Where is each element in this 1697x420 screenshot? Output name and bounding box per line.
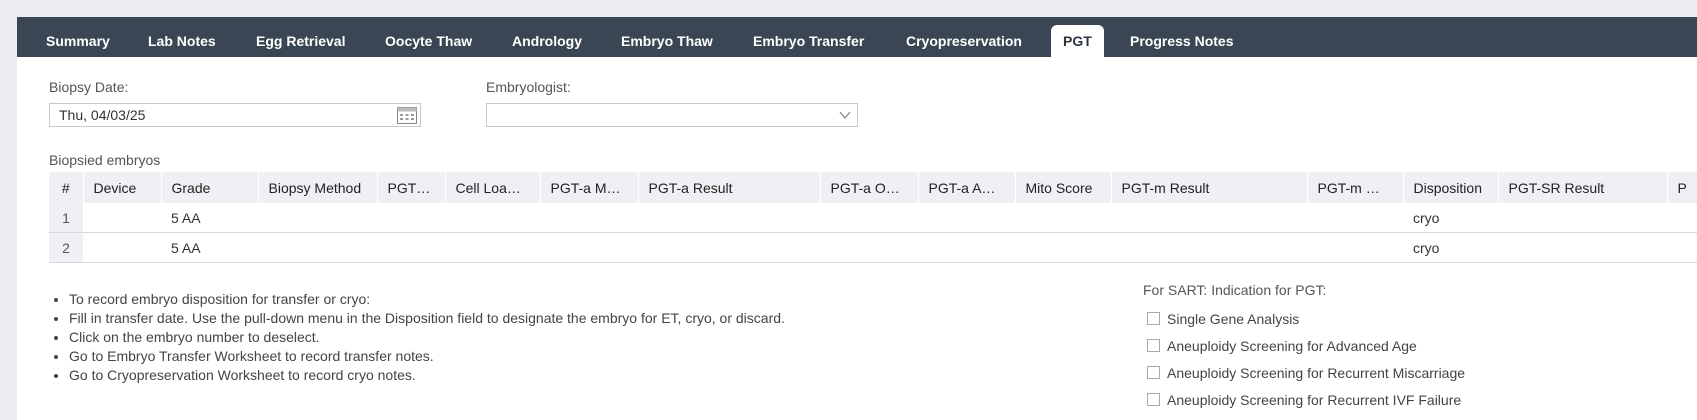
tab-pgt[interactable]: PGT [1051, 25, 1104, 57]
calendar-icon[interactable] [397, 107, 417, 124]
disposition-cell[interactable]: cryo [1403, 203, 1498, 233]
pgta-o-cell[interactable] [820, 203, 918, 233]
pgta-result-cell[interactable] [638, 203, 820, 233]
col-header-disposition[interactable]: Disposition [1402, 172, 1498, 203]
biopsied-embryos-table: # Device Grade Biopsy Method PGT… Cell L… [49, 172, 1697, 263]
table-row[interactable]: 2 5 AA cryo [49, 232, 1697, 263]
cell-load-cell[interactable] [445, 232, 540, 263]
col-header-biopsy-method[interactable]: Biopsy Method [257, 172, 377, 203]
instruction-item: Go to Cryopreservation Worksheet to reco… [69, 366, 785, 385]
tab-progress-notes[interactable]: Progress Notes [1130, 25, 1233, 57]
col-header-number[interactable]: # [49, 172, 83, 203]
sart-option-label: Aneuploidy Screening for Recurrent Misca… [1167, 365, 1466, 381]
col-header-pgtm-result[interactable]: PGT-m Result [1110, 172, 1307, 203]
instruction-item: Fill in transfer date. Use the pull-down… [69, 309, 785, 328]
pgta-o-cell[interactable] [820, 232, 918, 263]
col-header-pgt[interactable]: PGT… [376, 172, 445, 203]
table-header-row: # Device Grade Biopsy Method PGT… Cell L… [49, 172, 1697, 203]
checkbox[interactable] [1147, 393, 1160, 406]
col-header-p[interactable]: P [1666, 172, 1697, 203]
pgta-m-cell[interactable] [540, 203, 638, 233]
pgtsr-result-cell[interactable] [1498, 203, 1667, 233]
sart-option-label: Single Gene Analysis [1167, 311, 1300, 327]
device-cell[interactable] [83, 232, 161, 263]
col-header-pgta-result[interactable]: PGT-a Result [637, 172, 820, 203]
biopsy-date-field[interactable]: Thu, 04/03/25 [49, 103, 421, 127]
mito-score-cell[interactable] [1015, 203, 1111, 233]
instruction-item: To record embryo disposition for transfe… [69, 290, 785, 309]
col-header-pgta-a[interactable]: PGT-a A… [917, 172, 1015, 203]
pgt-panel: Summary Lab Notes Egg Retrieval Oocyte T… [17, 17, 1697, 420]
tab-oocyte-thaw[interactable]: Oocyte Thaw [385, 25, 472, 57]
p-cell[interactable] [1667, 232, 1697, 263]
embryo-number-cell[interactable]: 2 [49, 232, 83, 263]
pgta-a-cell[interactable] [918, 232, 1015, 263]
embryologist-label: Embryologist: [486, 79, 571, 95]
grade-cell[interactable]: 5 AA [161, 232, 258, 263]
table-row[interactable]: 1 5 AA cryo [49, 203, 1697, 233]
embryo-number-cell[interactable]: 1 [49, 203, 83, 233]
col-header-pgtsr-result[interactable]: PGT-SR Result [1497, 172, 1667, 203]
pgtm-cell[interactable] [1307, 232, 1403, 263]
tab-andrology[interactable]: Andrology [512, 25, 582, 57]
col-header-device[interactable]: Device [82, 172, 161, 203]
biopsied-embryos-label: Biopsied embryos [49, 152, 161, 168]
biopsy-method-cell[interactable] [258, 203, 377, 233]
cell-load-cell[interactable] [445, 203, 540, 233]
biopsy-date-label: Biopsy Date: [49, 79, 129, 95]
grade-cell[interactable]: 5 AA [161, 203, 258, 233]
device-cell[interactable] [83, 203, 161, 233]
pgtm-cell[interactable] [1307, 203, 1403, 233]
tab-summary[interactable]: Summary [46, 25, 110, 57]
pgt-cell[interactable] [377, 203, 445, 233]
tab-embryo-transfer[interactable]: Embryo Transfer [753, 25, 864, 57]
col-header-pgtm[interactable]: PGT-m … [1306, 172, 1403, 203]
sart-option-label: Aneuploidy Screening for Advanced Age [1167, 338, 1417, 354]
instructions-list: To record embryo disposition for transfe… [49, 290, 785, 385]
checkbox[interactable] [1147, 366, 1160, 379]
pgt-cell[interactable] [377, 232, 445, 263]
chevron-down-icon [839, 111, 851, 120]
instruction-item: Click on the embryo number to deselect. [69, 328, 785, 347]
sart-option-label: Aneuploidy Screening for Recurrent IVF F… [1167, 392, 1462, 408]
tab-bar: Summary Lab Notes Egg Retrieval Oocyte T… [17, 17, 1697, 57]
col-header-pgta-o[interactable]: PGT-a O… [819, 172, 918, 203]
col-header-pgta-m[interactable]: PGT-a M… [539, 172, 638, 203]
checkbox[interactable] [1147, 312, 1160, 325]
tab-embryo-thaw[interactable]: Embryo Thaw [621, 25, 713, 57]
tab-lab-notes[interactable]: Lab Notes [148, 25, 216, 57]
pgta-m-cell[interactable] [540, 232, 638, 263]
embryologist-select[interactable] [486, 103, 858, 127]
pgta-result-cell[interactable] [638, 232, 820, 263]
tab-cryopreservation[interactable]: Cryopreservation [906, 25, 1022, 57]
tab-egg-retrieval[interactable]: Egg Retrieval [256, 25, 345, 57]
pgta-a-cell[interactable] [918, 203, 1015, 233]
biopsy-method-cell[interactable] [258, 232, 377, 263]
checkbox[interactable] [1147, 339, 1160, 352]
col-header-mito-score[interactable]: Mito Score [1014, 172, 1111, 203]
pgtm-result-cell[interactable] [1111, 232, 1307, 263]
pgtsr-result-cell[interactable] [1498, 232, 1667, 263]
sart-indication-title: For SART: Indication for PGT: [1143, 282, 1327, 298]
col-header-cell-load[interactable]: Cell Loa… [444, 172, 540, 203]
instruction-item: Go to Embryo Transfer Worksheet to recor… [69, 347, 785, 366]
biopsy-date-value: Thu, 04/03/25 [59, 107, 146, 123]
pgtm-result-cell[interactable] [1111, 203, 1307, 233]
p-cell[interactable] [1667, 203, 1697, 233]
col-header-grade[interactable]: Grade [160, 172, 258, 203]
mito-score-cell[interactable] [1015, 232, 1111, 263]
disposition-cell[interactable]: cryo [1403, 232, 1498, 263]
